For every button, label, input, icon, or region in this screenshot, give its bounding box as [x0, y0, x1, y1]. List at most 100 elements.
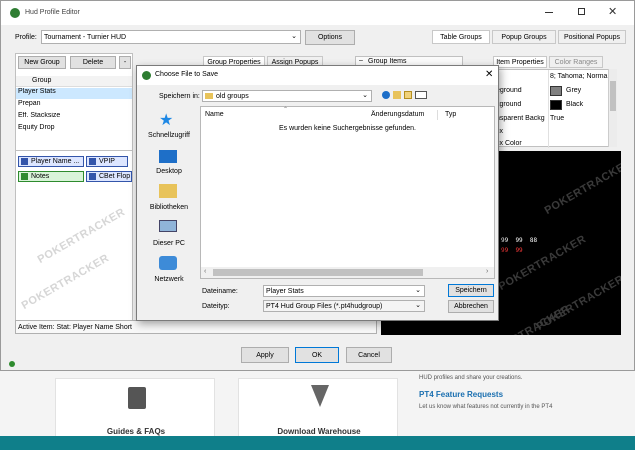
chevron-down-icon: ⌄ [291, 33, 297, 40]
active-item-status: Active Item: Stat: Player Name Short [15, 320, 377, 334]
pokertracker-watermark: POKERTRACKER [19, 252, 112, 312]
tab-positional-popups[interactable]: Positional Popups [558, 30, 626, 44]
web-card-guides-label: Guides & FAQs [106, 427, 166, 436]
folder-icon [205, 93, 213, 99]
save-in-label: Speichern in: [159, 93, 200, 100]
star-icon: ★ [159, 112, 174, 129]
profile-label: Profile: [15, 34, 37, 41]
chip-vpip[interactable]: VPIP [86, 156, 128, 167]
nav-network[interactable]: Netzwerk [143, 276, 195, 283]
nav-this-pc[interactable]: Dieser PC [143, 240, 195, 247]
list-divider [16, 150, 132, 151]
property-value[interactable]: Black [566, 101, 614, 108]
sort-indicator-icon: ⌃ [283, 107, 289, 113]
property-value[interactable]: True [550, 115, 610, 122]
property-value[interactable]: 8; Tahoma; Norma [550, 73, 616, 80]
new-group-button[interactable]: New Group [18, 56, 66, 69]
save-in-value: old groups [216, 92, 249, 100]
file-list[interactable]: Name Änderungsdatum Typ ⌃ Es wurden kein… [200, 106, 495, 279]
close-icon[interactable]: ✕ [608, 5, 617, 18]
black-swatch [550, 100, 562, 110]
web-feature-text: Let us know what features not currently … [419, 404, 553, 410]
filetype-value: PT4 Hud Group Files (*.pt4hudgroup) [266, 302, 383, 310]
column-name[interactable]: Name [205, 111, 224, 118]
places-bar: ★ Schnellzugriff Desktop Bibliotheken Di… [143, 108, 195, 283]
group-row-equity-drop[interactable]: Equity Drop [16, 124, 132, 135]
new-folder-icon[interactable] [404, 91, 412, 99]
download-arrow-icon [311, 385, 329, 407]
scroll-left-icon[interactable]: ‹ [204, 268, 206, 275]
up-folder-icon[interactable] [393, 91, 401, 99]
stat-icon [89, 173, 96, 180]
property-grid: t 8; Tahoma; Norma eground Grey kground … [493, 69, 617, 148]
hud-stat-values-red: 99 99 [501, 247, 523, 254]
nav-desktop[interactable]: Desktop [143, 168, 195, 175]
save-in-select[interactable]: old groups ⌄ [202, 90, 372, 102]
note-icon [21, 173, 28, 180]
web-card-download[interactable]: Download Warehouse [238, 378, 398, 438]
filename-input[interactable]: Player Stats ⌄ [263, 285, 425, 297]
tab-table-groups[interactable]: Table Groups [432, 30, 490, 44]
back-icon[interactable] [382, 91, 390, 99]
property-name: fix [496, 128, 503, 135]
chevron-down-icon: ⌄ [362, 92, 368, 99]
horizontal-scrollbar[interactable]: ‹ › [201, 267, 494, 278]
empty-message: Es wurden keine Suchergebnisse gefunden. [279, 125, 416, 132]
maximize-button[interactable] [578, 8, 585, 15]
filename-value: Player Stats [266, 287, 304, 295]
column-date[interactable]: Änderungsdatum [371, 111, 424, 118]
view-menu-icon[interactable] [415, 91, 427, 99]
save-dialog: Choose File to Save ✕ Speichern in: old … [136, 65, 499, 321]
cancel-button[interactable]: Cancel [346, 347, 392, 363]
pokertracker-watermark: POKERTRACKER [542, 157, 621, 217]
group-row-eff-stacksize[interactable]: Eff. Stacksize [16, 112, 132, 123]
property-name: eground [496, 87, 522, 94]
minus-icon: – [359, 57, 363, 64]
delete-button[interactable]: Delete [70, 56, 116, 69]
nav-quick-access[interactable]: Schnellzugriff [143, 132, 195, 139]
web-feature-title[interactable]: PT4 Feature Requests [419, 390, 503, 399]
network-icon [159, 256, 177, 270]
chip-notes[interactable]: Notes [18, 171, 84, 182]
scroll-thumb[interactable] [213, 269, 423, 276]
nav-libraries[interactable]: Bibliotheken [143, 204, 195, 211]
book-icon [128, 387, 146, 409]
group-items-label: Group Items [368, 58, 407, 65]
scroll-right-icon[interactable]: › [486, 268, 488, 275]
pokertracker-watermark: POKERTRACKER [35, 206, 128, 266]
group-column-header-label: Group [32, 77, 52, 84]
filetype-select[interactable]: PT4 Hud Group Files (*.pt4hudgroup) ⌄ [263, 300, 425, 312]
tab-popup-groups[interactable]: Popup Groups [492, 30, 556, 44]
save-button[interactable]: Speichern [448, 284, 494, 297]
more-button[interactable]: - [119, 56, 131, 69]
apply-button[interactable]: Apply [241, 347, 289, 363]
window-title: Hud Profile Editor [25, 9, 80, 16]
chevron-down-icon: ⌄ [415, 287, 421, 294]
dialog-cancel-button[interactable]: Abbrechen [448, 300, 494, 313]
property-value[interactable]: Grey [566, 87, 614, 94]
profile-select[interactable]: Tournament - Turnier HUD ⌄ [41, 30, 301, 44]
property-scrollbar[interactable] [608, 69, 617, 147]
chip-player-name[interactable]: Player Name ... [18, 156, 84, 167]
hud-stat-values: 99 99 88 [501, 237, 538, 244]
chip-cbet-flop[interactable]: CBet Flop [86, 171, 132, 182]
ok-button[interactable]: OK [295, 347, 339, 363]
group-row-prepan[interactable]: Prepan [16, 100, 132, 111]
desktop-icon [159, 150, 177, 163]
dialog-close-icon[interactable]: ✕ [485, 69, 493, 80]
app-logo-icon [142, 71, 151, 80]
web-card-guides[interactable]: Guides & FAQs [55, 378, 215, 438]
column-type[interactable]: Typ [445, 111, 456, 118]
computer-icon [159, 220, 177, 232]
property-name: nsparent Backg [496, 115, 545, 122]
tab-color-ranges[interactable]: Color Ranges [549, 56, 603, 68]
dialog-title: Choose File to Save [155, 71, 219, 78]
tab-item-properties[interactable]: Item Properties [493, 56, 547, 68]
filetype-label: Dateityp: [202, 303, 230, 310]
group-row-player-stats[interactable]: Player Stats [16, 88, 132, 99]
minimize-button[interactable] [545, 12, 553, 13]
taskbar-strip [0, 436, 635, 450]
options-button[interactable]: Options [305, 30, 355, 45]
scroll-thumb[interactable] [610, 81, 616, 111]
property-grid-divider [548, 70, 549, 148]
